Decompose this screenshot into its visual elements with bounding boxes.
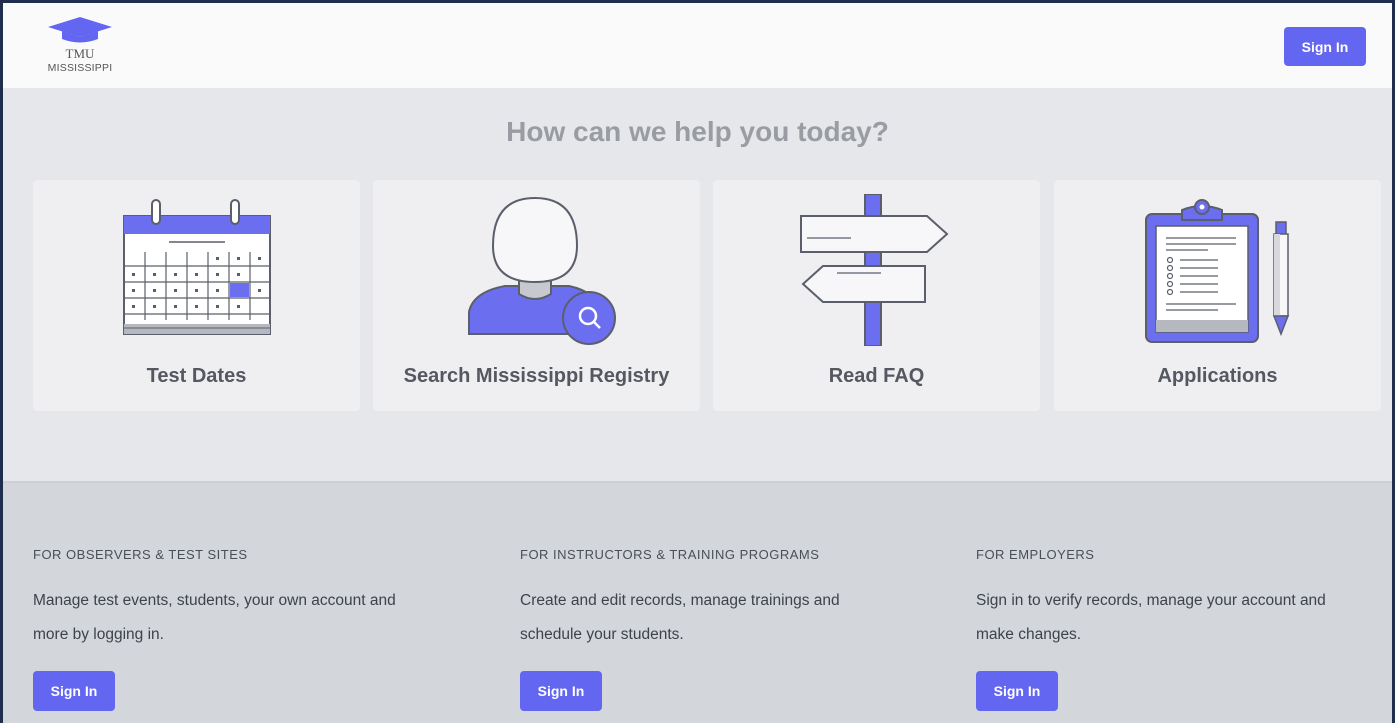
calendar-icon: [122, 199, 271, 335]
column-description: Manage test events, students, your own a…: [33, 584, 396, 652]
card-label: Test Dates: [146, 365, 247, 387]
signpost-icon: [799, 194, 948, 346]
header-sign-in-button[interactable]: Sign In: [1284, 27, 1366, 66]
column-description: Create and edit records, manage training…: [520, 584, 840, 652]
column-heading: FOR EMPLOYERS: [976, 547, 1095, 562]
card-label: Search Mississippi Registry: [403, 365, 670, 387]
card-test-dates[interactable]: Test Dates: [33, 180, 360, 411]
person-search-icon: [467, 196, 616, 345]
description-line: more by logging in.: [33, 626, 164, 643]
card-label: Read FAQ: [828, 365, 925, 387]
page: TMU MISSISSIPPI Sign In How can we help …: [3, 3, 1392, 723]
column-heading: FOR INSTRUCTORS & TRAINING PROGRAMS: [520, 547, 820, 562]
column-heading: FOR OBSERVERS & TEST SITES: [33, 547, 248, 562]
employers-sign-in-button[interactable]: Sign In: [976, 671, 1058, 711]
brand-state: MISSISSIPPI: [47, 62, 113, 74]
description-line: Sign in to verify records, manage your a…: [976, 592, 1326, 609]
card-applications[interactable]: Applications: [1054, 180, 1381, 411]
description-line: make changes.: [976, 626, 1082, 643]
sign-in-options: FOR OBSERVERS & TEST SITES Manage test e…: [3, 481, 1392, 723]
instructors-sign-in-button[interactable]: Sign In: [520, 671, 602, 711]
brand-logo[interactable]: TMU MISSISSIPPI: [31, 15, 121, 79]
description-line: Manage test events, students, your own a…: [33, 592, 396, 609]
card-read-faq[interactable]: Read FAQ: [713, 180, 1040, 411]
brand-name: TMU: [65, 46, 95, 61]
graduation-cap-icon: [48, 17, 112, 43]
help-title: How can we help you today?: [506, 116, 889, 147]
help-section: How can we help you today? Test Dates Se…: [3, 88, 1392, 481]
observers-sign-in-button[interactable]: Sign In: [33, 671, 115, 711]
card-search-registry[interactable]: Search Mississippi Registry: [373, 180, 700, 411]
description-line: schedule your students.: [520, 626, 684, 643]
top-header: TMU MISSISSIPPI Sign In: [3, 3, 1392, 88]
clipboard-icon: [1144, 199, 1289, 343]
column-description: Sign in to verify records, manage your a…: [976, 584, 1326, 652]
card-label: Applications: [1157, 365, 1278, 387]
description-line: Create and edit records, manage training…: [520, 592, 840, 609]
